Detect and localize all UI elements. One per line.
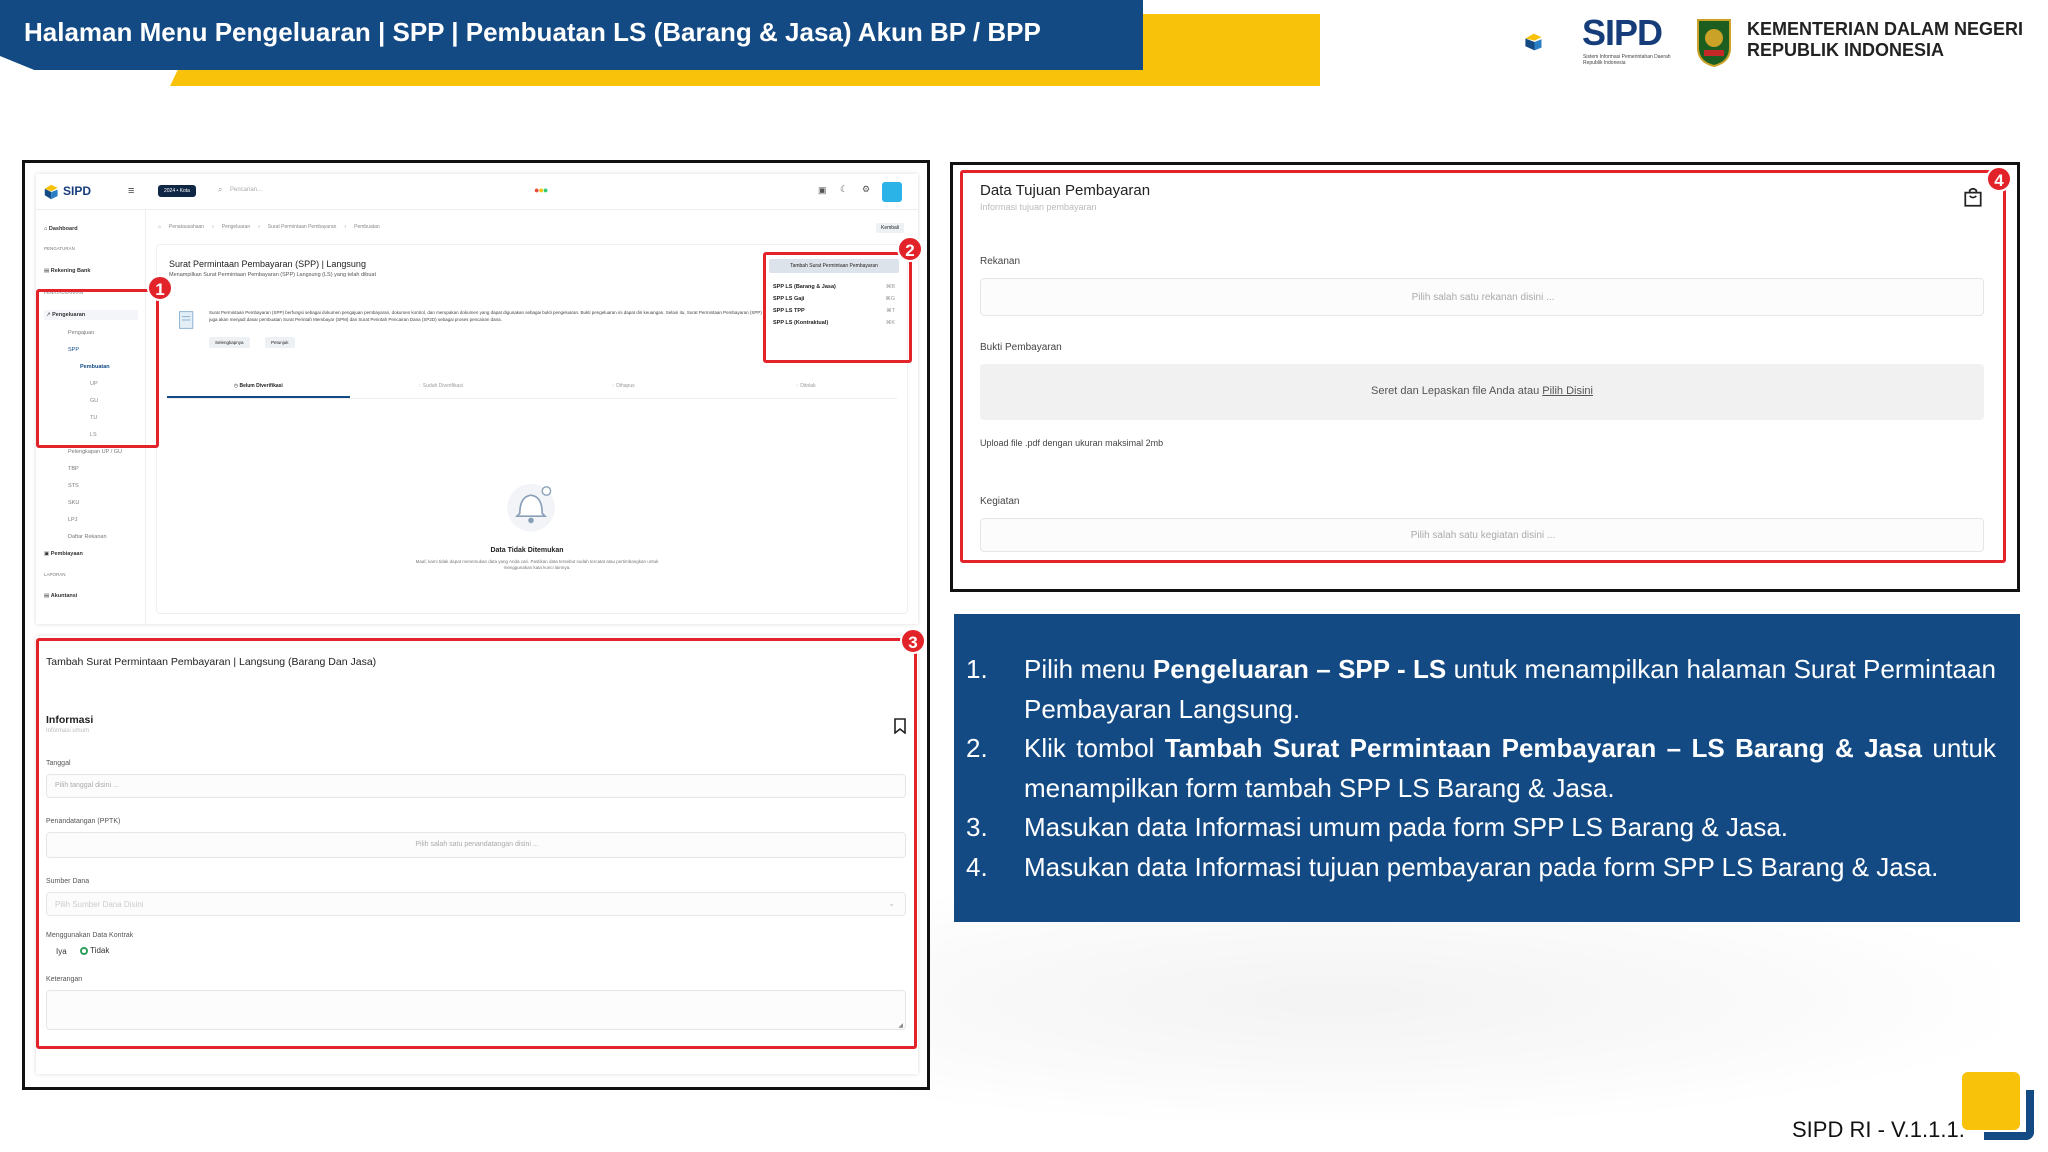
instruction-item: 4. Masukan data Informasi tujuan pembaya… [966,848,1996,888]
app-topbar: SIPD ≡ 2024 • Kota ⌕ Pencarian... ●●● ▣ … [36,174,918,210]
tab-ditolak[interactable]: ◌ Ditolak [715,383,898,398]
highlight-box-2 [763,252,912,363]
sidebar-item-tbp[interactable]: TBP [68,466,79,472]
instruction-number: 2. [966,733,988,763]
breadcrumb-item[interactable]: Surat Permintaan Pembayaran [268,224,337,230]
instruction-item: 1. Pilih menu Pengeluaran – SPP - LS unt… [966,650,1996,729]
header-bar: Halaman Menu Pengeluaran | SPP | Pembuat… [0,0,1143,70]
wallet-icon: ▣ [44,551,50,557]
search-icon: ⌕ [218,185,223,194]
corner-accent-blue [1984,1090,2034,1140]
status-tabs: ◷ Belum Diverifikasi ◌ Sudah Diverifikas… [167,383,897,399]
breadcrumb: ⌂ Penatausahaan › Pengeluaran › Surat Perm… [158,224,380,230]
step-badge-3: 3 [900,628,926,654]
tab-label: Belum Diverifikasi [239,383,283,389]
document-icon: ▤ [44,593,50,599]
sidebar-item-rekening-bank[interactable]: ▤ Rekening Bank [44,268,90,274]
sidebar-item-pelengkapan[interactable]: Pelengkapan UP / GU [68,449,122,455]
settings-gear-icon[interactable]: ⚙ [862,184,870,195]
sidebar-item-akuntansi[interactable]: ▤ Akuntansi [44,593,77,599]
tab-dihapus[interactable]: ◌ Dihapus [532,383,715,398]
tab-sudah-diverifikasi[interactable]: ◌ Sudah Diverifikasi [350,383,533,398]
instruction-item: 3. Masukan data Informasi umum pada form… [966,808,1996,848]
clock-icon: ◷ [233,383,239,389]
app-logo-icon [44,184,58,200]
highlight-box-1 [36,289,159,448]
status-dots-icon: ●●● [534,185,548,195]
highlight-box-4 [960,170,2006,563]
bell-empty-icon [507,484,555,532]
version-label: SIPD RI - V.1.1.1. [1792,1117,1965,1142]
illustration-icon [179,311,194,329]
sidebar-section-laporan: LAPORAN [44,572,66,577]
back-button[interactable]: Kembali [876,223,905,233]
selengkapnya-button[interactable]: Selengkapnya [209,337,250,348]
page-title: Surat Permintaan Pembayaran (SPP) | Lang… [169,259,366,269]
spp-list-screen: SIPD ≡ 2024 • Kota ⌕ Pencarian... ●●● ▣ … [36,174,918,624]
instruction-number: 3. [966,812,988,842]
sidebar-item-pembiayaan[interactable]: ▣ Pembiayaan [44,551,83,557]
sidebar-label: Rekening Bank [50,268,91,274]
search-input[interactable]: Pencarian... [230,187,262,193]
step-badge-1: 1 [147,275,173,301]
tab-label: Dihapus [616,383,635,389]
page-subtitle: Menampilkan Surat Permintaan Pembayaran … [169,272,376,278]
sipd-logo-text: SIPD [1582,12,1663,53]
app-logo-text: SIPD [63,184,92,198]
layout-icon[interactable]: ▣ [818,185,827,196]
sidebar-item-sts[interactable]: STS [68,483,79,489]
breadcrumb-item[interactable]: Pengeluaran [222,224,250,230]
tab-label: Sudah Diverifikasi [422,383,463,389]
ministry-line-1: KEMENTERIAN DALAM NEGERI [1747,19,2024,39]
sipd-logo-subtitle: Sistem Informasi Pemerintahan Daerah Rep… [1583,54,1671,66]
menu-toggle-icon[interactable]: ≡ [128,185,134,197]
tab-belum-diverifikasi[interactable]: ◷ Belum Diverifikasi [167,383,350,398]
empty-state-title: Data Tidak Ditemukan [490,547,564,554]
bank-icon: ▤ [44,268,50,274]
petunjuk-button[interactable]: Petunjuk [265,337,295,348]
check-icon: ◌ [418,383,422,389]
trash-icon: ◌ [611,383,615,389]
sidebar-item-lpj[interactable]: LPJ [68,517,77,523]
breadcrumb-item: Pembuatan [354,224,380,230]
sidebar-section-pengaturan: PENGATURAN [44,246,75,251]
instruction-number: 4. [966,851,988,882]
sidebar-label: Pembiayaan [50,551,83,557]
sidebar-item-sku[interactable]: SKU [68,500,79,506]
sidebar-label: Akuntansi [50,593,78,599]
user-avatar[interactable] [882,182,902,202]
slide-title: Halaman Menu Pengeluaran | SPP | Pembuat… [24,17,1041,47]
ministry-name: KEMENTERIAN DALAM NEGERI REPUBLIK INDONE… [1747,19,2023,61]
highlight-box-3 [36,638,917,1049]
breadcrumb-item[interactable]: Penatausahaan [169,224,204,230]
instruction-number: 1. [966,654,988,684]
step-badge-4: 4 [1986,166,2012,192]
home-icon: ⌂ [44,226,48,232]
instruction-text: Pilih menu Pengeluaran – SPP - LS untuk … [1024,654,1997,724]
sipd-logo-icon [1525,33,1542,51]
instruction-text: Masukan data Informasi umum pada form SP… [1024,812,1789,842]
description-text: Surat Permintaan Pembayaran (SPP) berfun… [209,310,762,322]
home-icon[interactable]: ⌂ [158,224,161,230]
ministry-line-2: REPUBLIK INDONESIA [1747,40,1945,60]
theme-moon-icon[interactable]: ☾ [840,184,848,195]
instruction-list: 1. Pilih menu Pengeluaran – SPP - LS unt… [966,650,1996,887]
sidebar-label: Dashboard [48,226,78,232]
year-badge[interactable]: 2024 • Kota [158,185,196,197]
instruction-item: 2. Klik tombol Tambah Surat Permintaan P… [966,729,1996,808]
sidebar-item-dashboard[interactable]: ⌂ Dashboard [44,226,78,232]
tab-label: Ditolak [800,383,816,389]
instruction-text: Masukan data Informasi tujuan pembayaran… [1024,851,1939,882]
empty-state-text: Maaf, kami tidak dapat menemukan data ya… [415,559,659,570]
sidebar-item-daftar-rekanan[interactable]: Daftar Rekanan [68,534,107,540]
step-badge-2: 2 [897,236,923,262]
garuda-emblem-icon [1697,19,1731,68]
reject-icon: ◌ [795,383,799,389]
instruction-text: Klik tombol Tambah Surat Permintaan Pemb… [1024,733,1996,803]
